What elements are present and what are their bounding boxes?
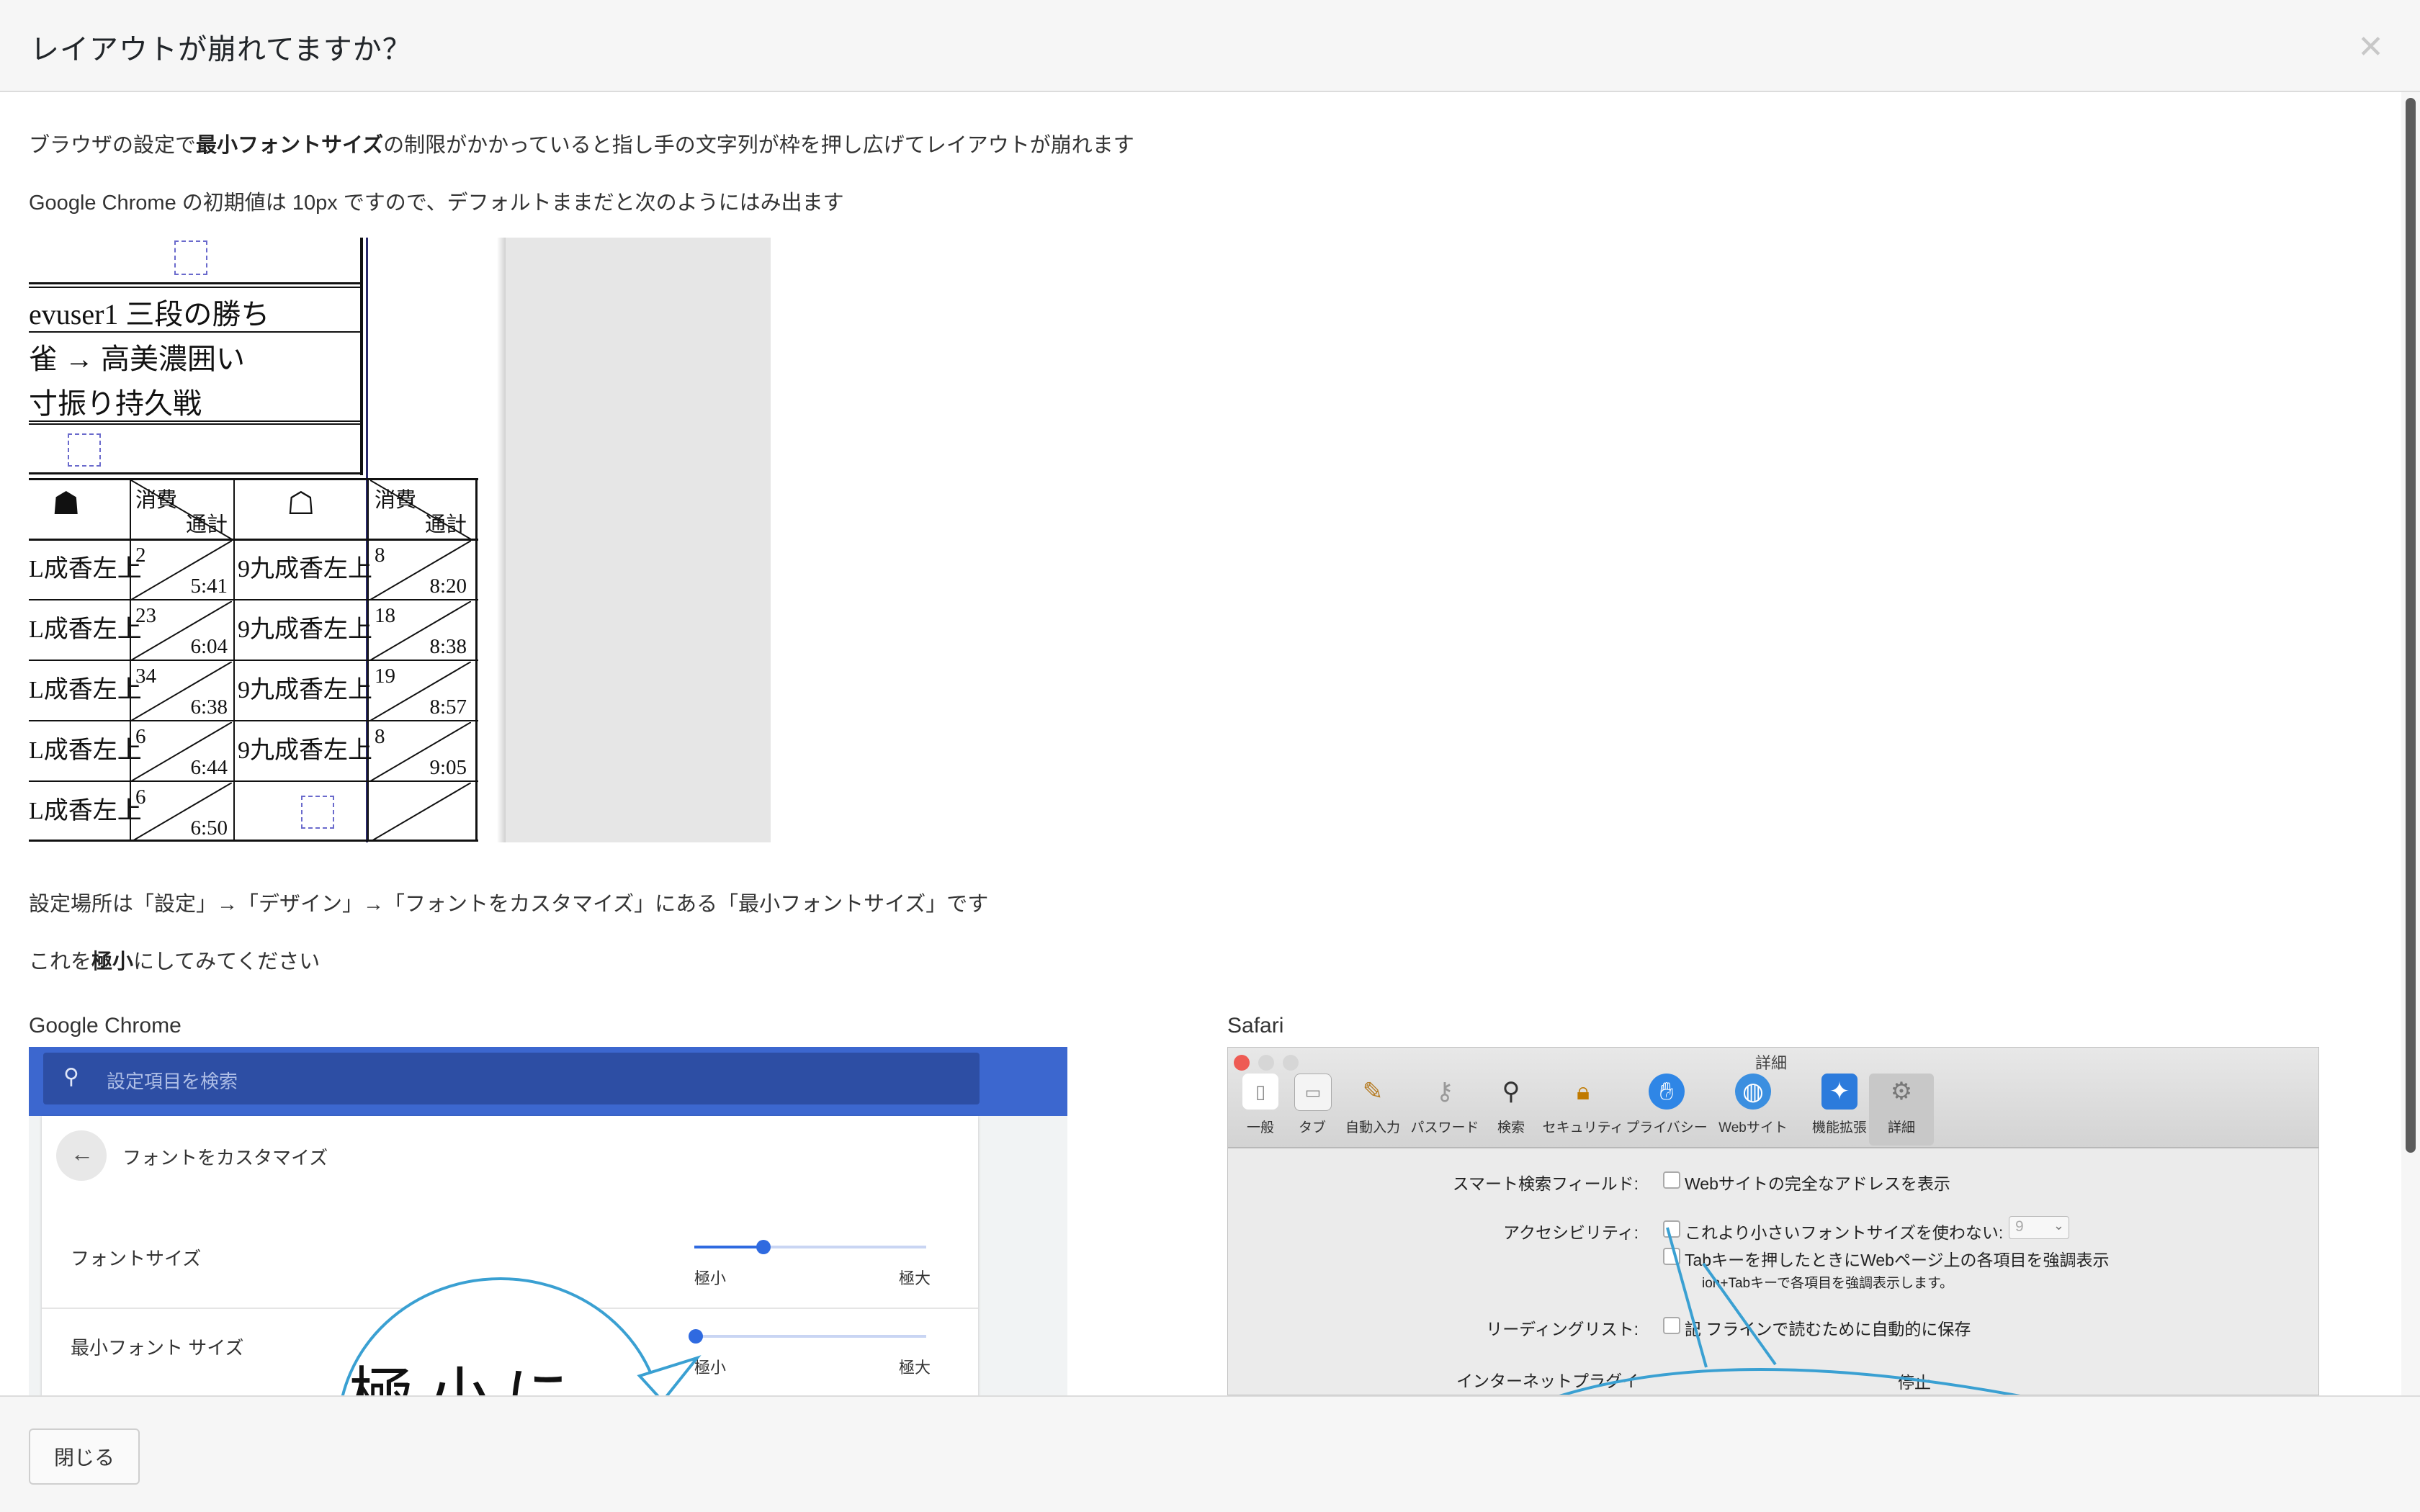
font-size-label: フォントサイズ	[71, 1248, 202, 1269]
chrome-search-box: ⚲ 設定項目を検索	[43, 1053, 980, 1104]
scrollbar-track[interactable]	[2401, 92, 2420, 1395]
p4-text-after: にしてみてください	[133, 950, 321, 973]
time-header-left: 消費 通計	[131, 480, 232, 539]
time-cell: 6 6:50	[131, 783, 232, 842]
rule	[29, 472, 362, 474]
rule	[475, 478, 478, 842]
time-cell: 2 5:41	[131, 541, 232, 600]
rule	[29, 331, 362, 333]
safari-label: Safari	[1227, 1014, 1284, 1038]
close-button[interactable]: 閉じる	[29, 1428, 140, 1485]
kifu-strategy-line: 寸振り持久戦	[29, 387, 202, 420]
rule	[29, 282, 362, 284]
sente-icon: ☗	[52, 486, 81, 521]
rule	[367, 478, 369, 842]
modal-footer: 閉じる	[0, 1395, 2420, 1512]
time-cell: 19 8:57	[370, 662, 471, 721]
rule	[29, 287, 362, 288]
slider-max-label: 極大	[899, 1359, 931, 1377]
font-size-slider-fill	[694, 1246, 761, 1248]
kifu-broken-layout-image: evuser1 三段の勝ち 雀 → 高美濃囲い 寸振り持久戦 ☗ ☖ 消費 通計	[29, 238, 771, 842]
empty-box-icon	[68, 433, 101, 467]
paragraph-chrome-default: Google Chrome の初期値は 10px ですので、デフォルトままだと次…	[29, 192, 844, 215]
rule	[233, 478, 235, 842]
time-cell-empty	[370, 783, 471, 842]
safari-settings-screenshot: 詳細 ▯ 一般 ▭ タブ ✎ 自動入力 ⚷ パスワード ⚲ 検索 🔒︎ セキュリティ ✋︎ プ…	[1227, 1047, 2319, 1395]
move-left: L成香左上	[29, 616, 142, 643]
p4-text: これを	[29, 950, 92, 973]
empty-box-icon	[174, 240, 207, 275]
paragraph-setting-location: 設定場所は「設定」→「デザイン」→「フォントをカスタマイズ」にある「最小フォント…	[29, 893, 989, 916]
font-size-slider-knob	[756, 1240, 771, 1254]
gote-icon: ☖	[287, 486, 315, 521]
move-right: 9九成香左上	[238, 677, 372, 703]
time-cell: 34 6:38	[131, 662, 232, 721]
time-cell: 8 8:20	[370, 541, 471, 600]
move-left: L成香左上	[29, 798, 142, 824]
customize-fonts-title: フォントをカスタマイズ	[122, 1147, 328, 1169]
callout-pointer	[1559, 1227, 2021, 1395]
p1-bold: 最小フォントサイズ	[196, 134, 384, 157]
scrollbar-thumb[interactable]	[2406, 98, 2416, 1153]
move-right: 9九成香左上	[238, 737, 372, 764]
rule	[29, 423, 362, 425]
empty-box-icon	[301, 796, 334, 829]
chrome-top-bar: ⚲ 設定項目を検索	[29, 1047, 1067, 1116]
move-right: 9九成香左上	[238, 556, 372, 582]
p4-bold: 極小	[91, 950, 134, 973]
chrome-label: Google Chrome	[29, 1014, 182, 1038]
kifu-castle-line: 雀 → 高美濃囲い	[29, 343, 245, 375]
back-arrow-icon: ←	[56, 1130, 107, 1181]
rule	[29, 420, 362, 422]
modal-title: レイアウトが崩れてますか？	[30, 34, 412, 66]
callout-text: 極小に	[349, 1345, 582, 1395]
close-icon[interactable]: ✕	[2357, 29, 2384, 66]
time-header-right: 消費 通計	[370, 480, 471, 539]
slider-max-label: 極大	[899, 1269, 931, 1287]
paragraph-set-minimum: これを極小にしてみてください	[29, 945, 320, 975]
move-left: L成香左上	[29, 556, 142, 582]
kifu-gray-area	[504, 238, 771, 842]
modal-header: レイアウトが崩れてますか？ ✕	[0, 0, 2420, 92]
time-cell: 8 9:05	[370, 722, 471, 781]
move-left: L成香左上	[29, 677, 142, 703]
search-icon: ⚲	[63, 1065, 79, 1089]
time-cell: 23 6:04	[131, 601, 232, 660]
kifu-result-line: evuser1 三段の勝ち	[29, 298, 270, 330]
time-cell: 6 6:44	[131, 722, 232, 781]
min-font-size-label: 最小フォント サイズ	[71, 1337, 244, 1359]
chrome-settings-screenshot: ⚲ 設定項目を検索 ← フォントをカスタマイズ フォントサイズ 極小 極大 最小…	[29, 1047, 1067, 1395]
p1-text-after: の制限がかかっていると指し手の文字列が枠を押し広げてレイアウトが崩れます	[383, 134, 1134, 157]
min-font-slider-track	[694, 1335, 926, 1338]
move-left: L成香左上	[29, 737, 142, 764]
move-right: 9九成香左上	[238, 616, 372, 643]
search-placeholder: 設定項目を検索	[107, 1071, 238, 1092]
rule	[360, 238, 363, 475]
kifu-shadow	[497, 238, 506, 842]
time-cell: 18 8:38	[370, 601, 471, 660]
paragraph-min-font: ブラウザの設定で最小フォントサイズの制限がかかっていると指し手の文字列が枠を押し…	[29, 128, 1134, 158]
p1-text: ブラウザの設定で	[29, 134, 197, 157]
